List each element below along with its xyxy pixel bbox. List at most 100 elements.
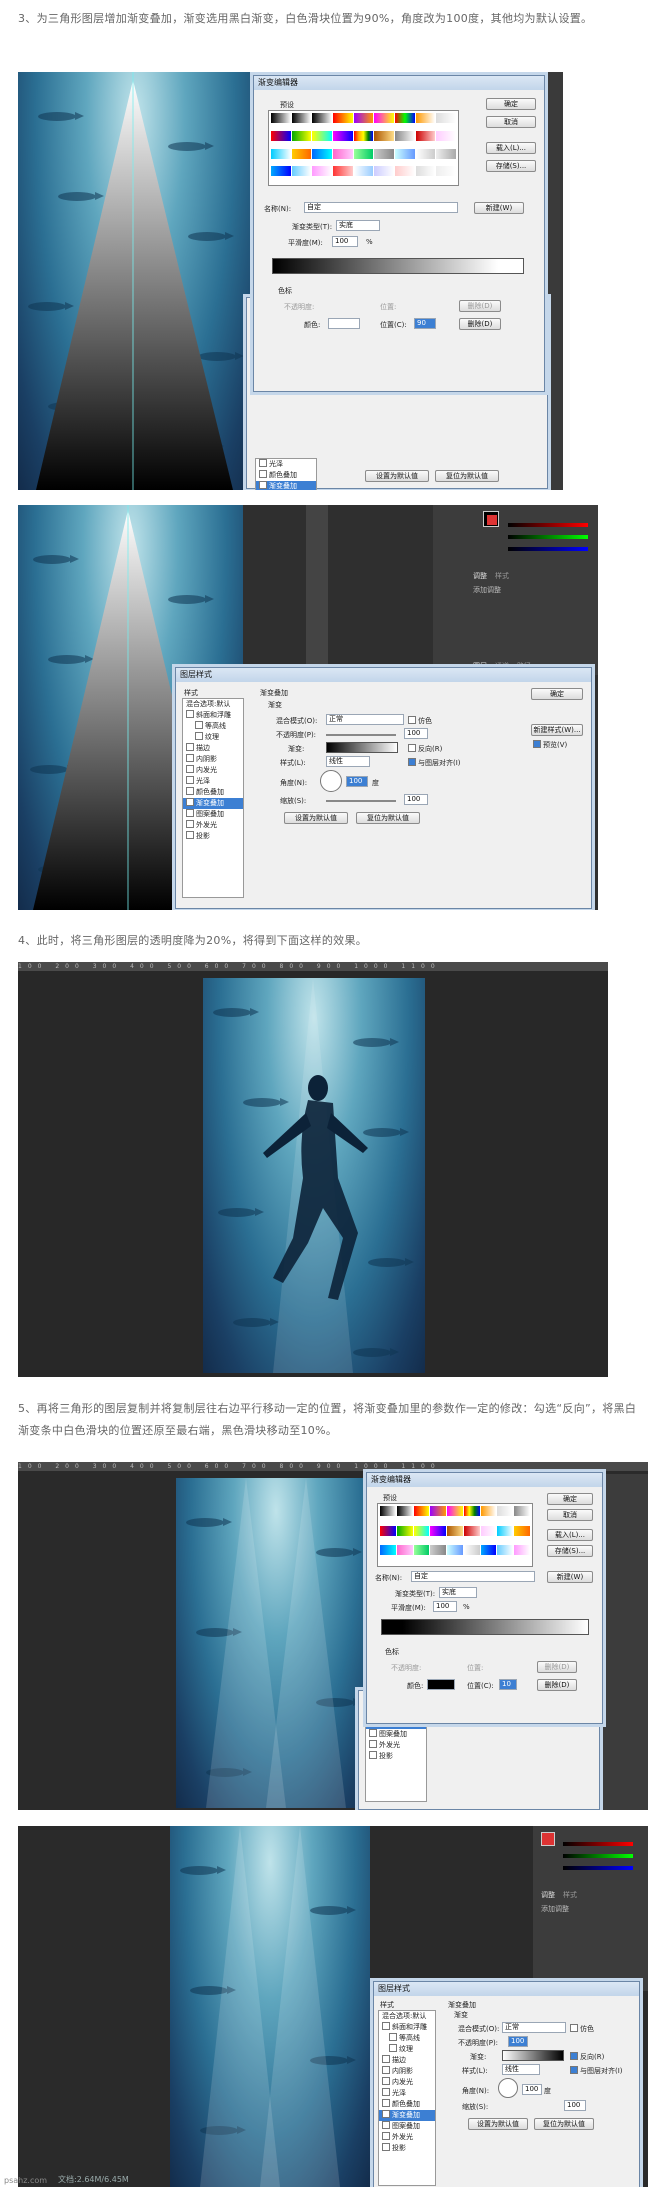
angle-label: 角度(N):: [280, 779, 308, 787]
list-item[interactable]: 光泽: [256, 459, 316, 470]
reset-default-button[interactable]: 复位为默认值: [356, 812, 420, 824]
angle-dial[interactable]: [498, 2078, 518, 2098]
list-item[interactable]: 颜色叠加: [183, 787, 243, 798]
ok-button[interactable]: 确定: [547, 1493, 593, 1505]
reset-default-button[interactable]: 复位为默认值: [534, 2118, 594, 2130]
list-item[interactable]: 外发光: [379, 2132, 435, 2143]
cancel-button[interactable]: 取消: [547, 1509, 593, 1521]
list-item-blend[interactable]: 混合选项:默认: [379, 2011, 435, 2022]
angle-field[interactable]: 100: [522, 2084, 542, 2095]
blend-mode-select[interactable]: 正常: [326, 714, 404, 725]
load-button[interactable]: 载入(L)...: [547, 1529, 593, 1541]
tab-styles[interactable]: 样式: [563, 1890, 577, 1900]
list-item[interactable]: 内发光: [183, 765, 243, 776]
tab-adjust[interactable]: 调整: [541, 1890, 555, 1900]
list-item[interactable]: 光泽: [183, 776, 243, 787]
reverse-checkbox[interactable]: 反向(R): [408, 744, 442, 754]
ok-button[interactable]: 确定: [531, 688, 583, 700]
align-checkbox[interactable]: 与图层对齐(I): [570, 2066, 623, 2076]
new-button[interactable]: 新建(W): [474, 202, 524, 214]
delete-button[interactable]: 删除(D): [537, 1679, 577, 1691]
reverse-checkbox[interactable]: 反向(R): [570, 2052, 604, 2062]
style-select[interactable]: 线性: [502, 2064, 540, 2075]
color-swatch[interactable]: [328, 318, 360, 329]
list-item[interactable]: 颜色叠加: [379, 2099, 435, 2110]
name-field[interactable]: 自定: [411, 1571, 535, 1582]
list-item[interactable]: 图案叠加: [379, 2121, 435, 2132]
list-item[interactable]: 投影: [183, 831, 243, 842]
list-item[interactable]: 内发光: [379, 2077, 435, 2088]
gradient-swatch[interactable]: [326, 742, 398, 753]
angle-field[interactable]: 100: [346, 776, 368, 787]
save-button[interactable]: 存储(S)...: [486, 160, 536, 172]
list-item[interactable]: 斜面和浮雕: [183, 710, 243, 721]
dither-checkbox[interactable]: 仿色: [570, 2024, 594, 2034]
list-item[interactable]: 光泽: [379, 2088, 435, 2099]
gradient-editor-dialog: 渐变编辑器 预设 确定 取消 载入(L)... 存储(S)... 名称(N): …: [253, 75, 545, 392]
preview-checkbox[interactable]: 预览(V): [533, 740, 567, 750]
list-item[interactable]: 颜色叠加: [256, 470, 316, 481]
opacity-field[interactable]: 100: [404, 728, 428, 739]
color-swatch[interactable]: [427, 1679, 455, 1690]
smooth-field[interactable]: 100: [332, 236, 358, 247]
set-default-button[interactable]: 设置为默认值: [365, 470, 429, 482]
style-select[interactable]: 线性: [326, 756, 370, 767]
presets-grid[interactable]: [377, 1503, 533, 1567]
list-item[interactable]: 外发光: [183, 820, 243, 831]
list-item[interactable]: 纹理: [379, 2044, 435, 2055]
list-item-selected[interactable]: 渐变叠加: [183, 798, 243, 809]
set-default-button[interactable]: 设置为默认值: [468, 2118, 528, 2130]
list-item[interactable]: 图案叠加: [366, 1729, 426, 1740]
load-button[interactable]: 载入(L)...: [486, 142, 536, 154]
list-item[interactable]: 等高线: [379, 2033, 435, 2044]
scale-field[interactable]: 100: [404, 794, 428, 805]
list-item[interactable]: 描边: [379, 2055, 435, 2066]
gradient-swatch[interactable]: [502, 2050, 564, 2061]
name-field[interactable]: 自定: [304, 202, 458, 213]
stops-label: 色标: [385, 1648, 399, 1656]
list-item[interactable]: 斜面和浮雕: [379, 2022, 435, 2033]
dither-checkbox[interactable]: 仿色: [408, 716, 432, 726]
tab-styles[interactable]: 样式: [495, 571, 509, 581]
tab-adjust[interactable]: 调整: [473, 571, 487, 581]
list-item[interactable]: 纹理: [183, 732, 243, 743]
list-item[interactable]: 描边: [183, 743, 243, 754]
presets-grid[interactable]: [268, 110, 459, 186]
gradient-bar[interactable]: [381, 1619, 589, 1635]
step3-text: 3、为三角形图层增加渐变叠加，渐变选用黑白渐变，白色滑块位置为90%，角度改为1…: [18, 12, 593, 25]
reset-default-button[interactable]: 复位为默认值: [435, 470, 499, 482]
location-field[interactable]: 90: [414, 318, 436, 329]
set-default-button[interactable]: 设置为默认值: [284, 812, 348, 824]
list-item[interactable]: 投影: [366, 1751, 426, 1762]
list-item-blend[interactable]: 混合选项:默认: [183, 699, 243, 710]
save-button[interactable]: 存储(S)...: [547, 1545, 593, 1557]
list-item[interactable]: 等高线: [183, 721, 243, 732]
align-checkbox[interactable]: 与图层对齐(I): [408, 758, 461, 768]
list-item[interactable]: 外发光: [366, 1740, 426, 1751]
list-item[interactable]: 图案叠加: [183, 809, 243, 820]
ruler: 100 200 300 400 500 600 700 800 900 1000…: [18, 962, 608, 971]
delete-button[interactable]: 删除(D): [459, 300, 501, 312]
new-button[interactable]: 新建(W): [547, 1571, 593, 1583]
location-field[interactable]: 10: [499, 1679, 517, 1690]
type-select[interactable]: 实底: [439, 1587, 477, 1598]
ok-button[interactable]: 确定: [486, 98, 536, 110]
new-style-button[interactable]: 新建样式(W)...: [531, 724, 583, 736]
type-select[interactable]: 实底: [336, 220, 380, 231]
angle-dial[interactable]: [320, 770, 342, 792]
list-item[interactable]: 内阴影: [183, 754, 243, 765]
delete-button[interactable]: 删除(D): [537, 1661, 577, 1673]
list-item-selected[interactable]: 渐变叠加: [256, 481, 316, 490]
list-item[interactable]: 内阴影: [379, 2066, 435, 2077]
scale-label: 缩放(S):: [462, 2103, 489, 2111]
smooth-field[interactable]: 100: [433, 1601, 457, 1612]
gradient-bar[interactable]: [272, 258, 524, 274]
opacity-field[interactable]: 100: [508, 2036, 528, 2047]
list-item[interactable]: 投影: [379, 2143, 435, 2154]
scale-field[interactable]: 100: [564, 2100, 586, 2111]
blend-mode-select[interactable]: 正常: [502, 2022, 566, 2033]
name-label: 名称(N):: [375, 1574, 403, 1582]
cancel-button[interactable]: 取消: [486, 116, 536, 128]
list-item-selected[interactable]: 渐变叠加: [379, 2110, 435, 2121]
delete-button[interactable]: 删除(D): [459, 318, 501, 330]
